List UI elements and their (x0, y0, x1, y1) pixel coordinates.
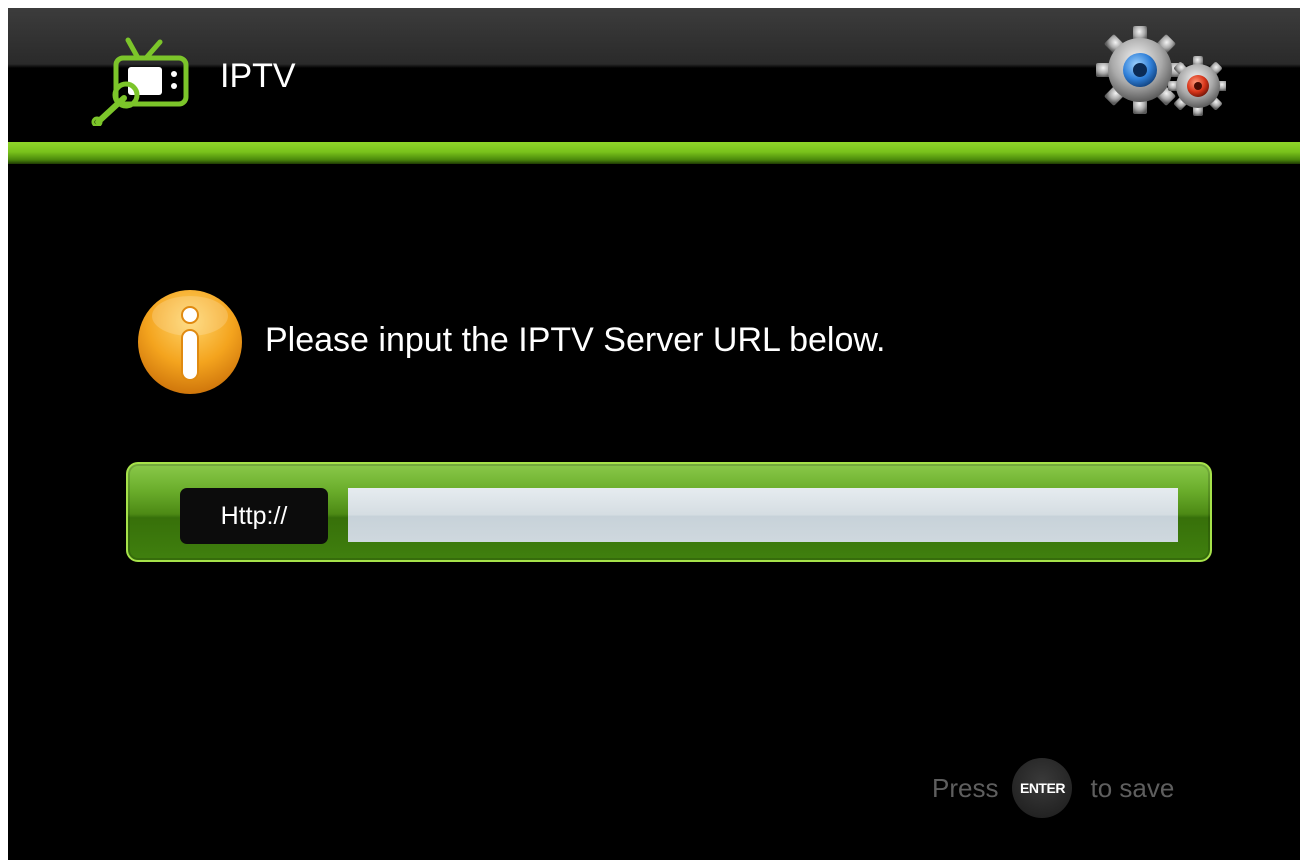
header-bar: IPTV (8, 8, 1300, 149)
save-hint: Press ENTER to save (932, 758, 1175, 818)
save-hint-suffix: to save (1090, 772, 1175, 803)
server-url-input[interactable] (348, 488, 1178, 542)
info-icon (138, 290, 242, 394)
enter-key-button[interactable]: ENTER (1012, 758, 1073, 818)
gears-icon[interactable] (1090, 20, 1226, 124)
app-title: IPTV (220, 57, 296, 95)
protocol-label: Http:// (180, 488, 328, 544)
tv-wrench-icon (91, 37, 189, 126)
url-entry-panel: Http:// (126, 462, 1212, 562)
iptv-screen: IPTV Please input the IPTV Server URL be… (8, 8, 1300, 860)
save-hint-prefix: Press (932, 772, 999, 803)
url-prompt-message: Please input the IPTV Server URL below. (265, 321, 886, 359)
header-accent-line (8, 142, 1300, 164)
